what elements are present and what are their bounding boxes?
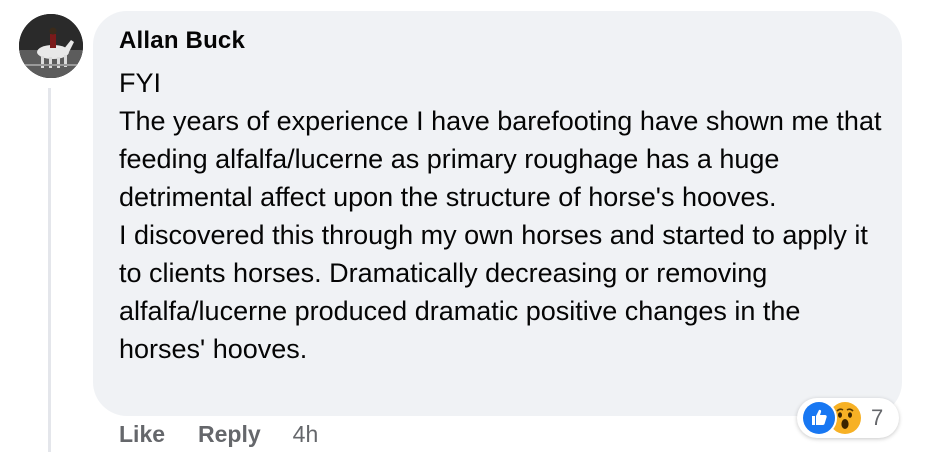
comment-line: FYI xyxy=(119,68,162,98)
author-name[interactable]: Allan Buck xyxy=(119,27,245,55)
reactions-summary[interactable]: 7 xyxy=(797,398,899,438)
reply-button[interactable]: Reply xyxy=(198,421,261,448)
comment-body: FYI The years of experience I have baref… xyxy=(119,64,889,368)
comment-thread: Allan Buck FYI The years of experience I… xyxy=(0,0,932,452)
thread-line xyxy=(48,88,51,452)
timestamp[interactable]: 4h xyxy=(293,421,319,448)
comment-actions: Like Reply 4h xyxy=(119,421,318,448)
comment-line: I discovered this through my own horses … xyxy=(119,220,868,364)
comment-line: The years of experience I have barefooti… xyxy=(119,106,882,212)
avatar[interactable] xyxy=(19,14,83,78)
avatar-horse-rider-image xyxy=(19,14,83,78)
reaction-count: 7 xyxy=(871,405,884,430)
like-button[interactable]: Like xyxy=(119,421,165,448)
like-reaction-icon xyxy=(801,400,837,436)
